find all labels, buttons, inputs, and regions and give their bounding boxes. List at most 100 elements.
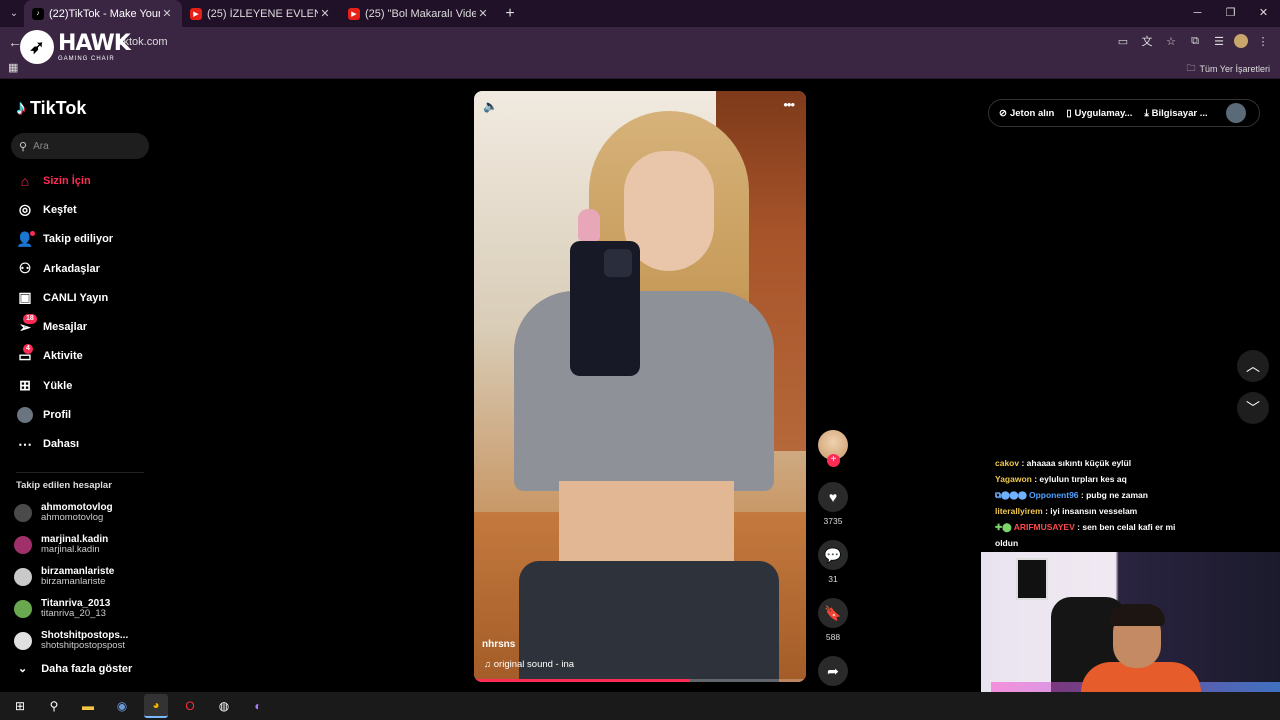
user-avatar[interactable] [1225,103,1246,123]
nav-item-activity[interactable]: ▭ 4 Aktivite [0,342,160,371]
tiktok-logo[interactable]: ♪ TikTok [16,97,86,120]
avatar [14,568,32,586]
nav-item-friends[interactable]: ⚇ Arkadaşlar [0,254,160,283]
progress-fill [474,679,690,682]
address-bar-actions: ▭ 文 ☆ ⧉ ☰ . ⋮ [1114,32,1272,50]
close-icon[interactable]: ✕ [476,7,490,20]
previous-video-button[interactable]: ︿ [1237,350,1269,382]
notification-dot [30,230,35,236]
reading-list-icon[interactable]: ☰ [1210,32,1228,50]
extensions-icon[interactable]: ⧉ [1186,32,1204,50]
all-bookmarks[interactable]: 🗀 Tüm Yer İşaretleri [1186,61,1270,77]
activity-badge: 4 [23,343,33,354]
chat-text: eylulun tırpları kes aq [1039,474,1127,484]
folder-icon: 🗀 [1186,63,1196,73]
close-icon[interactable]: ✕ [318,7,332,20]
discord-icon[interactable]: ◐ [246,694,270,718]
search-box[interactable]: ⚲ [11,133,149,159]
minimize-icon[interactable]: ─ [1181,0,1214,27]
messages-badge: 18 [23,314,37,325]
browser-tab-1[interactable]: ▶ (25) İZLEYENE EVLENME TEKLİF ✕ [182,0,340,27]
get-coins-button[interactable]: ⊘ Jeton alın [999,108,1054,119]
desktop-app-button[interactable]: ⤓ Bilgisayar ... [1144,108,1207,119]
profile-icon [16,406,34,424]
taskbar: ⊞ ⚲ ▬ ◉ ◕ O ◍ ◐ [0,692,1280,720]
browser-tab-0[interactable]: ♪ (22)TikTok - Make Your Day ✕ [24,0,182,27]
more-options-icon[interactable]: ••• [783,97,795,112]
more-icon: ⋯ [18,435,32,452]
tab-search-icon[interactable]: ⌄ [4,4,24,24]
video-progress-bar[interactable] [474,679,806,682]
like-count: 3735 [823,516,843,526]
comment-icon[interactable]: 💬 [818,540,848,570]
like-action[interactable]: ♥ 3735 [817,482,849,526]
chrome-icon[interactable]: ◕ [144,694,168,718]
apps-grid-icon[interactable]: ▦ [8,61,18,74]
volume-icon[interactable]: 🔈 [483,99,498,113]
desktop-app-label: Bilgisayar ... [1151,107,1208,119]
nav-item-explore[interactable]: ◎ Keşfet [0,195,160,224]
windows-start-icon[interactable]: ⊞ [8,694,32,718]
following-account[interactable]: marjinal.kadin marjinal.kadin [14,529,154,561]
obs-icon[interactable]: ◍ [212,694,236,718]
share-icon[interactable]: ➦ [818,656,848,686]
video-username[interactable]: nhrsns [482,639,515,650]
creator-avatar[interactable]: + [818,430,848,467]
nav-item-profile[interactable]: Profil [0,400,160,429]
app-icon[interactable]: ◉ [110,694,134,718]
opera-icon[interactable]: O [178,694,202,718]
cast-icon[interactable]: ▭ [1114,32,1132,50]
search-icon[interactable]: ⚲ [42,694,66,718]
translate-icon[interactable]: 文 [1138,32,1156,50]
restore-icon[interactable]: ❐ [1214,0,1247,27]
nav-label: Arkadaşlar [43,262,100,275]
chat-text: pubg ne zaman [1086,490,1148,500]
chat-user: ARIFMUSAYEV [1013,522,1075,532]
nav-item-upload[interactable]: ⊞ Yükle [0,371,160,400]
following-account[interactable]: Shotshitpostops... shotshitpostopspost [14,625,154,657]
close-icon[interactable]: ✕ [160,7,174,20]
nav-item-following[interactable]: 👤 Takip ediliyor [0,225,160,254]
bookmark-icon[interactable]: 🔖 [818,598,848,628]
heart-icon[interactable]: ♥ [818,482,848,512]
friends-icon: ⚇ [18,260,32,277]
video-sound[interactable]: ♫ original sound - ina [484,659,574,670]
nav-item-for-you[interactable]: ⌂ Sizin İçin [0,166,160,195]
phone-icon: ▯ [1066,107,1072,119]
browser-tab-2[interactable]: ▶ (25) "Bol Makaralı Video" Kick ✕ [340,0,498,27]
chat-text: iyi insansın vesselam [1050,506,1138,516]
nav-label: Takip ediliyor [43,233,114,246]
search-input[interactable] [33,140,134,152]
following-account[interactable]: ahmomotovlog ahmomotovlog [14,497,154,529]
get-app-button[interactable]: ▯ Uygulamay... [1066,108,1132,119]
nav-label: Yükle [43,379,73,392]
new-tab-button[interactable]: + [498,5,522,23]
following-account[interactable]: Titanriva_2013 titanriva_20_13 [14,593,154,625]
window-controls: ─ ❐ ✕ [1181,0,1280,27]
bookmark-star-icon[interactable]: ☆ [1162,32,1180,50]
all-bookmarks-label: Tüm Yer İşaretleri [1199,64,1270,74]
account-handle: ahmomotovlog [41,512,104,524]
chevron-down-icon: ⌄ [18,663,28,675]
show-more-button[interactable]: ⌄ Daha fazla göster [18,662,132,676]
chat-user: cakov [995,458,1020,468]
nav-item-more[interactable]: ⋯ Dahası [0,430,160,459]
account-handle: birzamanlariste [41,576,106,588]
chat-message: ✚⬤ ARIFMUSAYEV : sen ben celal kafi er m… [995,522,1176,548]
nav-item-messages[interactable]: ➢ 18 Mesajlar [0,312,160,341]
upload-icon: ⊞ [19,377,31,394]
browser-menu-icon[interactable]: ⋮ [1254,32,1272,50]
video-player[interactable]: 🔈 ••• nhrsns ♫ original sound - ina [474,91,806,682]
coin-icon: ⊘ [999,107,1007,119]
next-video-button[interactable]: ﹀ [1237,392,1269,424]
comment-action[interactable]: 💬 31 [817,540,849,584]
follow-plus-icon[interactable]: + [827,454,840,467]
nav-item-live[interactable]: ▣ CANLI Yayın [0,283,160,312]
file-explorer-icon[interactable]: ▬ [76,694,100,718]
webcam-scene [1016,558,1048,600]
close-window-icon[interactable]: ✕ [1247,0,1280,27]
following-account[interactable]: birzamanlariste birzamanlariste [14,561,154,593]
browser-profile-avatar[interactable]: . [1234,34,1248,48]
chat-message: cakov : ahaaaa sıkıntı küçük eylül [995,458,1132,468]
save-action[interactable]: 🔖 588 [817,598,849,642]
